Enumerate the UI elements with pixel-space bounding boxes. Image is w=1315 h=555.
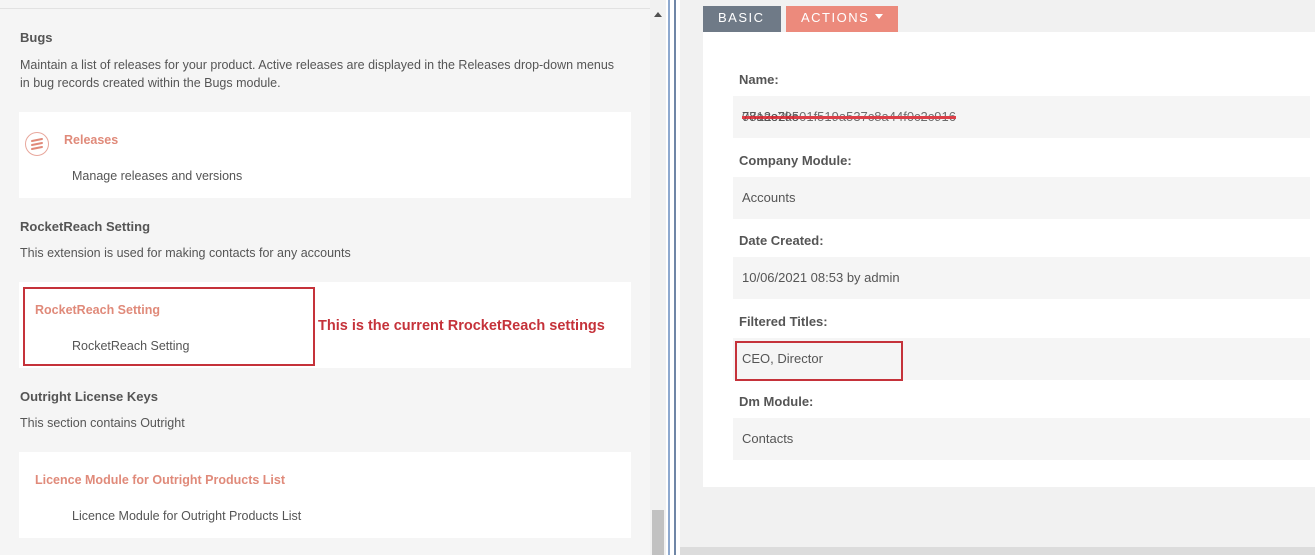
top-divider bbox=[0, 8, 650, 9]
tab-basic[interactable]: BASIC bbox=[703, 6, 781, 32]
bugs-section-title: Bugs bbox=[20, 30, 53, 45]
scroll-thumb[interactable] bbox=[652, 510, 664, 555]
date-created-value: 10/06/2021 08:53 by admin bbox=[742, 270, 900, 285]
company-module-label: Company Module: bbox=[739, 153, 852, 168]
outright-section-title: Outright License Keys bbox=[20, 389, 158, 404]
dm-module-value-field: Contacts bbox=[733, 418, 1310, 460]
date-created-value-field: 10/06/2021 08:53 by admin bbox=[733, 257, 1310, 299]
licence-module-link[interactable]: Licence Module for Outright Products Lis… bbox=[35, 473, 285, 487]
pane-divider bbox=[666, 0, 680, 555]
releases-link-description: Manage releases and versions bbox=[72, 169, 243, 183]
rocketreach-section-description: This extension is used for making contac… bbox=[20, 246, 351, 260]
filtered-titles-label: Filtered Titles: bbox=[739, 314, 828, 329]
name-label: Name: bbox=[739, 72, 779, 87]
detail-card: Name: 78a2e2kc 071ac79501f519a537c8a44f0… bbox=[703, 32, 1315, 487]
dm-module-label: Dm Module: bbox=[739, 394, 814, 409]
bugs-section-description: Maintain a list of releases for your pro… bbox=[20, 56, 630, 92]
actions-label: ACTIONS bbox=[801, 10, 870, 25]
divider-line bbox=[668, 0, 670, 555]
actions-dropdown-button[interactable]: ACTIONS bbox=[786, 6, 898, 32]
releases-icon[interactable] bbox=[25, 132, 49, 156]
admin-panel: Bugs Maintain a list of releases for you… bbox=[0, 0, 650, 555]
redacted-id: 071ac79501f519a537c8a44f0c2c916 bbox=[742, 109, 956, 124]
filtered-titles-highlight-box bbox=[735, 341, 903, 381]
releases-link[interactable]: Releases bbox=[64, 133, 118, 147]
bugs-desc-line-1: Maintain a list of releases for your pro… bbox=[20, 58, 615, 72]
releases-card: Releases Manage releases and versions bbox=[19, 112, 631, 198]
bottom-bar bbox=[680, 547, 1315, 555]
company-module-value-field: Accounts bbox=[733, 177, 1310, 219]
licence-module-link-description: Licence Module for Outright Products Lis… bbox=[72, 509, 302, 523]
left-scrollbar[interactable] bbox=[650, 0, 666, 555]
divider-line bbox=[674, 0, 676, 555]
outright-section-description: This section contains Outright bbox=[20, 416, 185, 430]
bugs-desc-line-2: in bug records created within the Bugs m… bbox=[20, 76, 281, 90]
date-created-label: Date Created: bbox=[739, 233, 824, 248]
name-value-field: 78a2e2kc 071ac79501f519a537c8a44f0c2c916 bbox=[733, 96, 1310, 138]
scroll-up-arrow-icon[interactable] bbox=[654, 12, 662, 17]
dm-module-value: Contacts bbox=[742, 431, 794, 446]
annotation-text: This is the current RrocketReach setting… bbox=[318, 318, 605, 334]
caret-down-icon bbox=[875, 14, 884, 19]
annotation-highlight-box bbox=[23, 287, 315, 366]
record-detail-panel: BASIC ACTIONS Name: 78a2e2kc 071ac79501f… bbox=[680, 0, 1315, 555]
rocketreach-section-title: RocketReach Setting bbox=[20, 219, 151, 234]
outright-card: Licence Module for Outright Products Lis… bbox=[19, 452, 631, 538]
tab-basic-label: BASIC bbox=[718, 10, 765, 25]
company-module-value: Accounts bbox=[742, 190, 796, 205]
